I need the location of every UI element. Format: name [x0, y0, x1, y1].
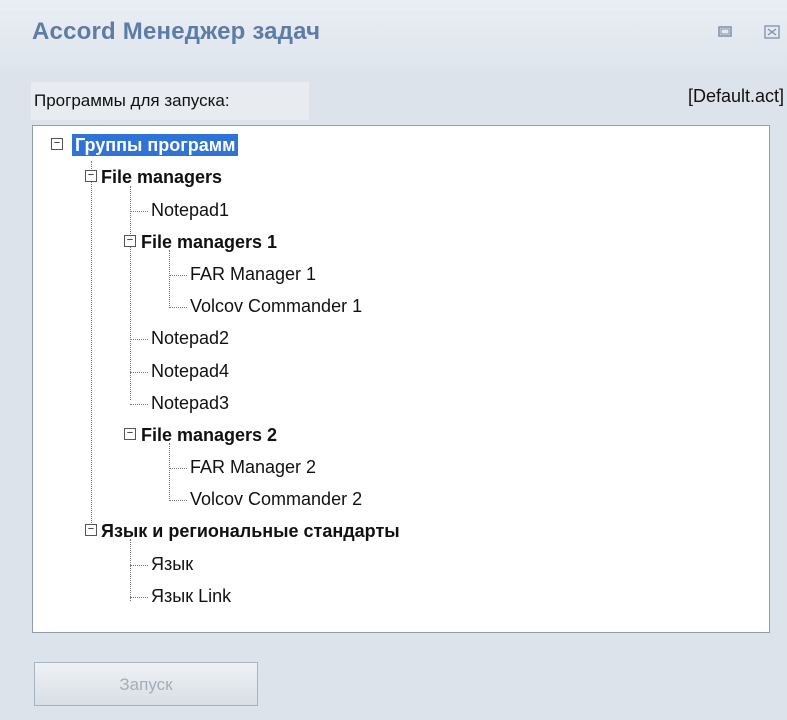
tree-item-label: Volcov Commander 1 — [190, 296, 363, 316]
tree-item-notepad1[interactable]: Notepad1 — [151, 196, 229, 224]
collapse-icon[interactable]: − — [124, 428, 136, 440]
tree-guide-line — [91, 161, 92, 527]
tree-item-file-managers[interactable]: File managers — [101, 163, 222, 191]
tree-item-label: Notepad2 — [151, 328, 230, 348]
tree-guide-line — [130, 539, 131, 601]
tree-item-label: Volcov Commander 2 — [190, 489, 363, 509]
tree-item-notepad3[interactable]: Notepad3 — [151, 389, 229, 417]
tree-item-file-managers-1[interactable]: File managers 1 — [141, 228, 277, 256]
config-file-label: [Default.act] — [687, 86, 784, 106]
tree-item-language-link[interactable]: Язык Link — [151, 582, 231, 610]
tree-connector — [169, 500, 187, 501]
window-title: Accord Менеджер задач — [32, 18, 321, 45]
close-icon[interactable] — [763, 23, 781, 41]
tree-connector — [130, 372, 148, 373]
tree-connector — [130, 565, 148, 566]
tree-item-label: FAR Manager 1 — [190, 264, 317, 284]
tree-item-language[interactable]: Язык — [151, 550, 193, 578]
tree-item-label: Notepad3 — [151, 393, 230, 413]
tree-item-label: Язык — [151, 554, 194, 574]
tree-item-notepad2[interactable]: Notepad2 — [151, 324, 229, 352]
restore-window-icon[interactable] — [716, 23, 734, 41]
tree-item-volcov-commander-1[interactable]: Volcov Commander 1 — [190, 292, 362, 320]
collapse-icon[interactable]: − — [85, 524, 97, 536]
tree-item-far-manager-1[interactable]: FAR Manager 1 — [190, 260, 316, 288]
restore-window-icon-graphic — [718, 26, 732, 37]
tree-item-label: Язык Link — [151, 586, 232, 606]
collapse-icon[interactable]: − — [51, 138, 63, 150]
tree-connector — [130, 339, 148, 340]
tree-item-label: Язык и региональные стандарты — [101, 521, 400, 541]
close-icon-graphic — [764, 25, 780, 39]
tree-item-notepad4[interactable]: Notepad4 — [151, 357, 229, 385]
launch-button[interactable]: Запуск — [34, 662, 258, 706]
collapse-icon[interactable]: − — [85, 170, 97, 182]
tree-item-label: File managers 1 — [141, 232, 278, 252]
tree-connector — [169, 307, 187, 308]
tree-item-label: Notepad1 — [151, 200, 230, 220]
tree-connector — [169, 275, 187, 276]
collapse-icon[interactable]: − — [124, 235, 136, 247]
tree-item-volcov-commander-2[interactable]: Volcov Commander 2 — [190, 485, 362, 513]
tree-connector — [130, 404, 148, 405]
tree-guide-line — [130, 186, 131, 400]
tree-item-root[interactable]: Группы программ — [72, 131, 239, 159]
tree-guide-line — [169, 250, 170, 306]
tree-connector — [130, 211, 148, 212]
tree-item-label: File managers 2 — [141, 425, 278, 445]
tree-connector — [169, 468, 187, 469]
tree-item-label: Notepad4 — [151, 361, 230, 381]
task-manager-window: Accord Менеджер задач Программы для запу… — [0, 0, 787, 720]
tree-item-label: Группы программ — [72, 134, 239, 156]
tree-item-file-managers-2[interactable]: File managers 2 — [141, 421, 277, 449]
tree-item-label: File managers — [101, 167, 223, 187]
tree-item-label: FAR Manager 2 — [190, 457, 317, 477]
title-bar: Accord Менеджер задач — [0, 0, 787, 70]
programs-to-launch-label: Программы для запуска: — [31, 82, 309, 120]
tree-item-far-manager-2[interactable]: FAR Manager 2 — [190, 453, 316, 481]
tree-item-language-regional[interactable]: Язык и региональные стандарты — [101, 517, 400, 545]
tree-connector — [130, 597, 148, 598]
tree-guide-line — [169, 443, 170, 499]
program-tree[interactable]: − Группы программ − File managers Notepa… — [32, 125, 770, 633]
